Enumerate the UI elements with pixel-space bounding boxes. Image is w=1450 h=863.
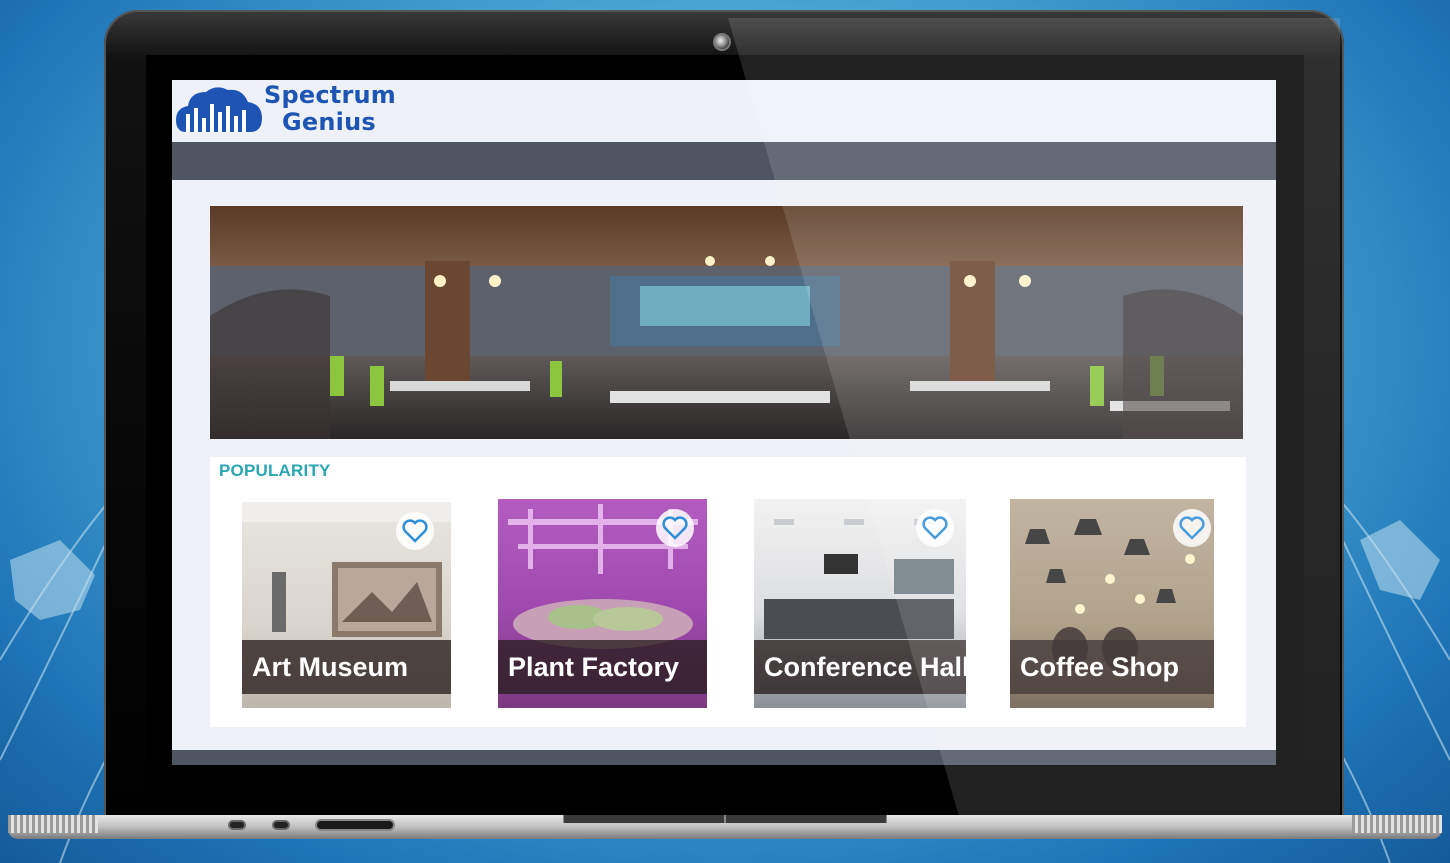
- brand-name-line2: Genius: [282, 108, 376, 136]
- card-plant-factory[interactable]: Plant Factory: [498, 499, 707, 708]
- header: Spectrum Genius: [172, 80, 1276, 142]
- hero-banner-image: [210, 206, 1243, 439]
- hinge-divider: [724, 815, 726, 823]
- card-label: Art Museum: [242, 640, 451, 694]
- cloud-logo-icon: [176, 87, 262, 132]
- brand-name-line1: Spectrum: [264, 81, 396, 109]
- card-label: Conference Hall: [754, 640, 966, 694]
- favorite-heart-icon[interactable]: [916, 509, 954, 547]
- navigation-bar: [172, 142, 1276, 180]
- card-label: Plant Factory: [498, 640, 707, 694]
- speaker-grille-left: [8, 815, 98, 833]
- slot-port-icon: [315, 819, 395, 831]
- app-screen: Spectrum Genius POPULARITY Art Museum Pl…: [172, 80, 1276, 765]
- audio-port-icon: [228, 820, 246, 830]
- favorite-heart-icon[interactable]: [1173, 509, 1211, 547]
- speaker-grille-right: [1352, 815, 1442, 833]
- popularity-section: POPULARITY Art Museum Plant Factory Conf…: [210, 457, 1246, 727]
- section-title: POPULARITY: [219, 461, 331, 480]
- footer-bar: [172, 750, 1276, 765]
- card-coffee-shop[interactable]: Coffee Shop: [1010, 499, 1214, 708]
- brand-logo[interactable]: Spectrum Genius: [176, 80, 396, 138]
- card-label: Coffee Shop: [1010, 640, 1214, 694]
- brand-name: Spectrum Genius: [264, 82, 396, 136]
- card-conference-hall[interactable]: Conference Hall: [754, 499, 966, 708]
- webcam-icon: [713, 33, 731, 51]
- usb-port-icon: [272, 820, 290, 830]
- restaurant-interior-photo: [210, 206, 1243, 439]
- favorite-heart-icon[interactable]: [656, 509, 694, 547]
- card-art-museum[interactable]: Art Museum: [242, 502, 451, 708]
- favorite-heart-icon[interactable]: [396, 512, 434, 550]
